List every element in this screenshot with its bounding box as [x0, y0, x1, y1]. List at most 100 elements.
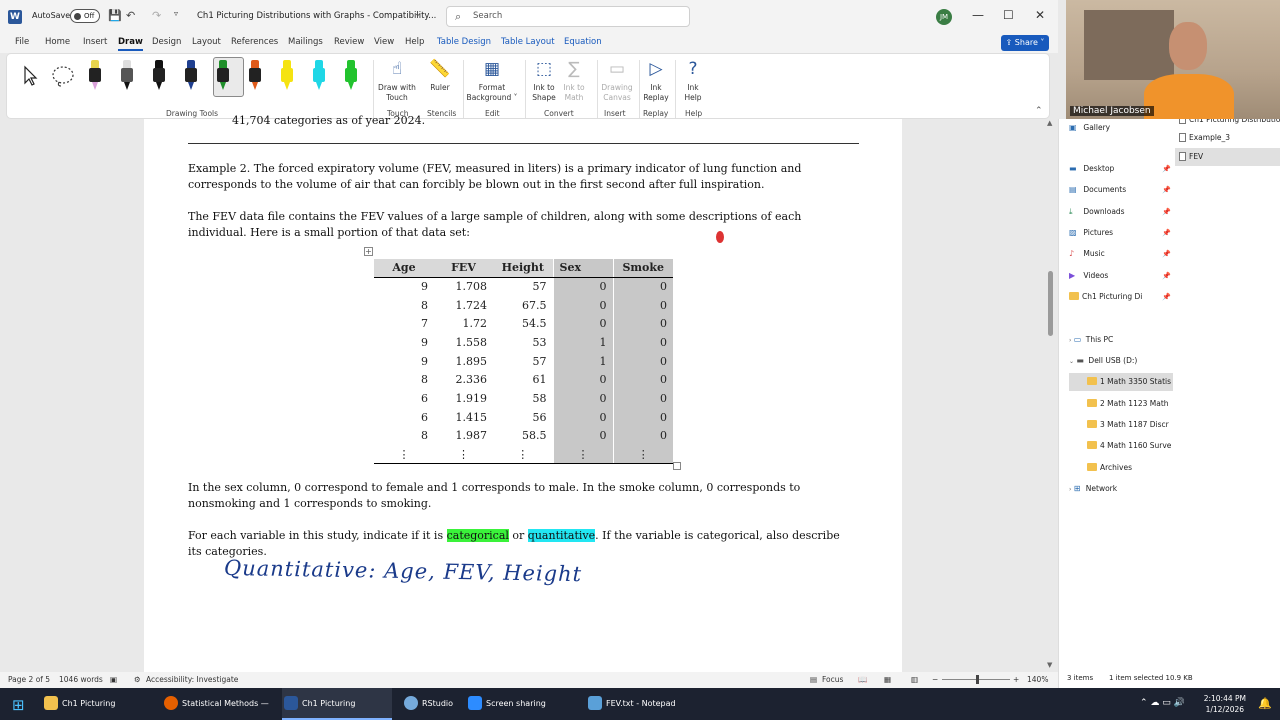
- page-count[interactable]: Page 2 of 5: [8, 675, 50, 684]
- draw-with-touch-button[interactable]: ☝ Draw with Touch: [375, 58, 419, 102]
- tab-design[interactable]: Design: [152, 37, 181, 47]
- nav-item-pictures[interactable]: ▨ Pictures 📌: [1069, 224, 1173, 242]
- scroll-up-icon[interactable]: ▲: [1047, 119, 1052, 127]
- tab-mailings[interactable]: Mailings: [288, 37, 323, 47]
- web-layout-icon[interactable]: ▥: [911, 675, 918, 684]
- highlighter-pen-icon[interactable]: [89, 60, 101, 90]
- word-count[interactable]: 1046 words: [59, 675, 103, 684]
- green-highlighter-icon[interactable]: [345, 60, 357, 90]
- zoom-out-icon[interactable]: −: [932, 675, 938, 684]
- collapse-ribbon-icon[interactable]: ⌃: [1035, 106, 1043, 116]
- tab-home[interactable]: Home: [45, 37, 70, 47]
- ink-help-button[interactable]: ? Ink Help: [679, 58, 707, 102]
- nav-folder-1[interactable]: 1 Math 3350 Statis: [1069, 373, 1173, 391]
- nav-item-gallery[interactable]: ▣ Gallery: [1069, 119, 1173, 137]
- task-explorer[interactable]: Ch1 Picturing Distributio: [42, 688, 152, 720]
- redo-icon[interactable]: ↷: [152, 9, 161, 22]
- tray-icons[interactable]: ⌃ ☁ ▭ 🔊: [1140, 698, 1185, 708]
- tab-help[interactable]: Help: [405, 37, 424, 47]
- file-item-example3[interactable]: Example_3: [1175, 129, 1280, 147]
- save-icon[interactable]: 💾: [108, 9, 122, 22]
- undo-icon[interactable]: ↶: [126, 9, 135, 22]
- nav-item-this-pc[interactable]: › ▭ This PC: [1069, 331, 1173, 349]
- nav-item-dell-usb[interactable]: ⌄ ▬ Dell USB (D:): [1069, 352, 1173, 370]
- pin-icon[interactable]: 📌: [1162, 224, 1171, 242]
- nav-folder-3[interactable]: 3 Math 1187 Discr: [1069, 416, 1173, 434]
- chevron-right-icon[interactable]: ›: [1069, 486, 1071, 493]
- chevron-down-icon[interactable]: ⌄: [1069, 358, 1074, 365]
- notification-bell-icon[interactable]: 🔔: [1258, 697, 1272, 710]
- ink-to-shape-button[interactable]: ⬚ Ink to Shape: [529, 58, 559, 102]
- nav-item-network[interactable]: › ⊞ Network: [1069, 480, 1173, 498]
- ink-to-math-button[interactable]: ∑ Ink to Math: [559, 58, 589, 102]
- pencil-pen-icon[interactable]: [121, 60, 133, 90]
- nav-item-music[interactable]: ♪ Music 📌: [1069, 245, 1173, 263]
- yellow-highlighter-icon[interactable]: [281, 60, 293, 90]
- nav-item-videos[interactable]: ▶ Videos 📌: [1069, 267, 1173, 285]
- nav-item-downloads[interactable]: ⤓ Downloads 📌: [1069, 203, 1173, 221]
- document-page[interactable]: 41,704 categories as of year 2024. Examp…: [144, 114, 902, 672]
- orange-pen-icon[interactable]: [249, 60, 261, 90]
- pin-icon[interactable]: 📌: [1162, 267, 1171, 285]
- lasso-select-icon[interactable]: [51, 64, 75, 88]
- task-notepad[interactable]: FEV.txt - Notepad: [586, 688, 678, 720]
- drawing-canvas-button[interactable]: ▭ Drawing Canvas: [599, 58, 635, 102]
- green-pen-icon[interactable]: [217, 60, 229, 90]
- task-word[interactable]: Ch1 Picturing Distributi: [282, 688, 392, 720]
- chevron-down-icon[interactable]: ⌄: [414, 9, 422, 19]
- zoom-slider-thumb[interactable]: [976, 675, 979, 684]
- print-layout-icon[interactable]: ▦: [884, 675, 891, 684]
- format-background-button[interactable]: ▦ Format Background ˅: [465, 58, 519, 102]
- tab-equation[interactable]: Equation: [564, 37, 602, 47]
- windows-start-icon[interactable]: ⊞: [12, 696, 25, 714]
- tab-file[interactable]: File: [15, 37, 29, 47]
- tab-view[interactable]: View: [374, 37, 394, 47]
- tab-draw[interactable]: Draw: [118, 37, 143, 51]
- pin-icon[interactable]: 📌: [1162, 160, 1171, 178]
- zoom-in-icon[interactable]: +: [1013, 675, 1019, 684]
- table-move-handle-icon[interactable]: +: [364, 247, 373, 256]
- minimize-icon[interactable]: —: [972, 8, 984, 22]
- proofing-icon[interactable]: ▣: [110, 675, 117, 684]
- autosave-toggle[interactable]: Off: [70, 9, 100, 23]
- task-rstudio[interactable]: RStudio: [402, 688, 462, 720]
- vertical-scrollbar[interactable]: ▲ ▼: [1046, 119, 1056, 672]
- tab-references[interactable]: References: [231, 37, 278, 47]
- system-clock[interactable]: 2:10:44 PM 1/12/2026: [1204, 693, 1246, 715]
- nav-folder-2[interactable]: 2 Math 1123 Math: [1069, 395, 1173, 413]
- tab-review[interactable]: Review: [334, 37, 364, 47]
- nav-item-documents[interactable]: ▤ Documents 📌: [1069, 181, 1173, 199]
- zoom-level[interactable]: 140%: [1027, 675, 1048, 684]
- read-mode-icon[interactable]: 📖: [858, 675, 867, 684]
- ink-replay-button[interactable]: ▷ Ink Replay: [641, 58, 671, 102]
- blue-pen-icon[interactable]: [185, 60, 197, 90]
- nav-item-desktop[interactable]: ▬ Desktop 📌: [1069, 160, 1173, 178]
- tab-layout[interactable]: Layout: [192, 37, 221, 47]
- tab-insert[interactable]: Insert: [83, 37, 107, 47]
- tab-table-layout[interactable]: Table Layout: [501, 37, 555, 47]
- focus-mode[interactable]: Focus: [822, 675, 843, 684]
- black-pen-icon[interactable]: [153, 60, 165, 90]
- scroll-down-icon[interactable]: ▼: [1047, 661, 1052, 669]
- table-resize-handle[interactable]: [673, 462, 681, 470]
- pin-icon[interactable]: 📌: [1162, 203, 1171, 221]
- scroll-thumb[interactable]: [1048, 271, 1053, 336]
- nav-folder-archives[interactable]: Archives: [1069, 459, 1173, 477]
- share-button[interactable]: ⇪ Share ˅: [1001, 35, 1049, 51]
- nav-item-ch1-folder[interactable]: Ch1 Picturing Di 📌: [1069, 288, 1173, 306]
- nav-folder-4[interactable]: 4 Math 1160 Surve: [1069, 437, 1173, 455]
- task-zoom[interactable]: Screen sharing meeting: [466, 688, 578, 720]
- tab-table-design[interactable]: Table Design: [437, 37, 491, 47]
- maximize-icon[interactable]: ☐: [1003, 8, 1014, 22]
- customize-qat-icon[interactable]: ▿: [174, 9, 178, 18]
- pin-icon[interactable]: 📌: [1162, 181, 1171, 199]
- close-icon[interactable]: ✕: [1035, 8, 1045, 22]
- user-avatar[interactable]: JM: [936, 9, 952, 25]
- file-item-fev[interactable]: FEV: [1175, 148, 1280, 166]
- search-box[interactable]: ⌕ Search: [446, 6, 690, 27]
- select-arrow-icon[interactable]: [19, 64, 43, 88]
- pin-icon[interactable]: 📌: [1162, 288, 1171, 306]
- pin-icon[interactable]: 📌: [1162, 245, 1171, 263]
- ruler-button[interactable]: 📏 Ruler: [425, 58, 455, 93]
- accessibility-status[interactable]: Accessibility: Investigate: [146, 675, 238, 684]
